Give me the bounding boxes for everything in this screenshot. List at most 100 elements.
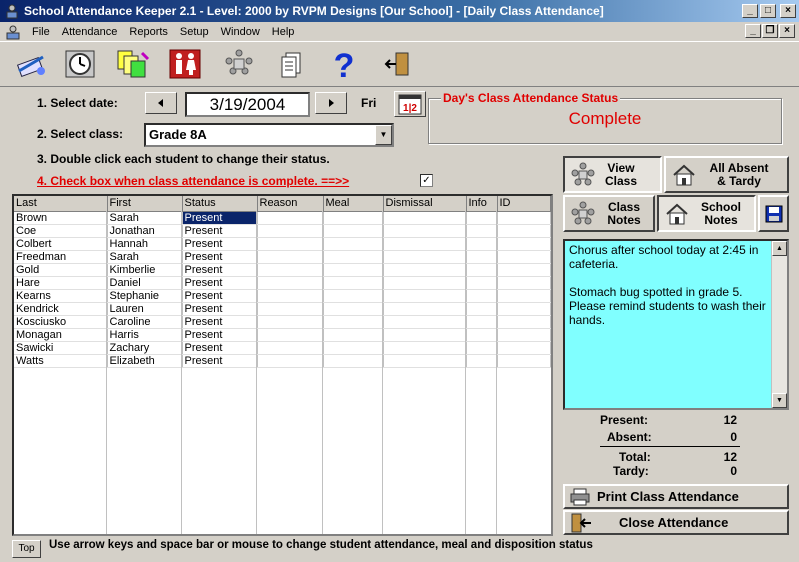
cell-dismissal[interactable] — [383, 302, 467, 316]
cell-reason[interactable] — [257, 276, 324, 290]
cell-info[interactable] — [466, 250, 498, 264]
cell-status[interactable]: Present — [182, 315, 258, 329]
column-header-status[interactable]: Status — [182, 196, 258, 212]
cell-id[interactable] — [497, 289, 551, 303]
view-class-button[interactable]: View Class — [563, 156, 662, 193]
cell-reason[interactable] — [257, 302, 324, 316]
cell-meal[interactable] — [323, 354, 384, 368]
cell-status[interactable]: Present — [182, 302, 258, 316]
restroom-icon[interactable] — [165, 45, 205, 83]
cell-info[interactable] — [466, 263, 498, 277]
cell-meal[interactable] — [323, 289, 384, 303]
cell-reason[interactable] — [257, 250, 324, 264]
cell-meal[interactable] — [323, 211, 384, 225]
cell-info[interactable] — [466, 237, 498, 251]
cell-reason[interactable] — [257, 341, 324, 355]
cell-last[interactable]: Kosciusko — [14, 315, 108, 329]
cell-id[interactable] — [497, 237, 551, 251]
cell-id[interactable] — [497, 250, 551, 264]
table-row[interactable]: Kearns Stephanie Present — [14, 289, 551, 303]
cell-meal[interactable] — [323, 224, 384, 238]
scroll-down-icon[interactable]: ▼ — [772, 393, 787, 408]
menu-file[interactable]: File — [26, 26, 56, 38]
cell-dismissal[interactable] — [383, 341, 467, 355]
cell-reason[interactable] — [257, 211, 324, 225]
calendar-button[interactable]: 1|2 — [394, 91, 426, 117]
cell-info[interactable] — [466, 341, 498, 355]
class-notes-button[interactable]: Class Notes — [563, 195, 655, 232]
menu-help[interactable]: Help — [266, 26, 301, 38]
cell-id[interactable] — [497, 263, 551, 277]
cell-id[interactable] — [497, 341, 551, 355]
table-row[interactable]: Gold Kimberlie Present — [14, 263, 551, 277]
cell-status[interactable]: Present — [182, 224, 258, 238]
cell-reason[interactable] — [257, 263, 324, 277]
cell-info[interactable] — [466, 302, 498, 316]
cell-info[interactable] — [466, 224, 498, 238]
cell-last[interactable]: Gold — [14, 263, 108, 277]
class-select[interactable]: Grade 8A ▼ — [144, 123, 394, 147]
cell-last[interactable]: Sawicki — [14, 341, 108, 355]
close-button[interactable]: × — [780, 4, 796, 18]
cell-dismissal[interactable] — [383, 211, 467, 225]
all-absent-tardy-button[interactable]: All Absent & Tardy — [664, 156, 789, 193]
cell-id[interactable] — [497, 315, 551, 329]
previous-date-button[interactable] — [145, 92, 177, 114]
cell-first[interactable]: Zachary — [107, 341, 183, 355]
cell-first[interactable]: Sarah — [107, 250, 183, 264]
save-notes-button[interactable] — [758, 195, 789, 232]
cell-info[interactable] — [466, 276, 498, 290]
cell-dismissal[interactable] — [383, 276, 467, 290]
cell-meal[interactable] — [323, 328, 384, 342]
cell-last[interactable]: Kendrick — [14, 302, 108, 316]
cell-meal[interactable] — [323, 237, 384, 251]
cell-info[interactable] — [466, 289, 498, 303]
cell-status[interactable]: Present — [182, 276, 258, 290]
cell-meal[interactable] — [323, 263, 384, 277]
reports-icon[interactable] — [112, 45, 152, 83]
clock-icon[interactable] — [60, 45, 100, 83]
student-attendance-grid[interactable]: Last First Status Reason Meal Dismissal Info ID… — [12, 194, 553, 536]
table-row[interactable]: Brown Sarah Present — [14, 211, 551, 225]
cell-info[interactable] — [466, 328, 498, 342]
cell-dismissal[interactable] — [383, 354, 467, 368]
cell-first[interactable]: Harris — [107, 328, 183, 342]
cell-first[interactable]: Elizabeth — [107, 354, 183, 368]
table-row[interactable]: Freedman Sarah Present — [14, 250, 551, 264]
menu-reports[interactable]: Reports — [123, 26, 174, 38]
cell-last[interactable]: Monagan — [14, 328, 108, 342]
cell-info[interactable] — [466, 354, 498, 368]
table-row[interactable]: Monagan Harris Present — [14, 328, 551, 342]
table-row[interactable]: Sawicki Zachary Present — [14, 341, 551, 355]
table-row[interactable]: Hare Daniel Present — [14, 276, 551, 290]
cell-reason[interactable] — [257, 289, 324, 303]
cell-dismissal[interactable] — [383, 289, 467, 303]
cell-id[interactable] — [497, 211, 551, 225]
cell-reason[interactable] — [257, 315, 324, 329]
child-close-button[interactable]: × — [779, 24, 795, 38]
cell-info[interactable] — [466, 211, 498, 225]
column-header-meal[interactable]: Meal — [323, 196, 384, 212]
cell-reason[interactable] — [257, 354, 324, 368]
cell-last[interactable]: Freedman — [14, 250, 108, 264]
cell-last[interactable]: Hare — [14, 276, 108, 290]
cell-last[interactable]: Kearns — [14, 289, 108, 303]
cell-meal[interactable] — [323, 315, 384, 329]
cell-first[interactable]: Sarah — [107, 211, 183, 225]
cell-dismissal[interactable] — [383, 263, 467, 277]
cell-status[interactable]: Present — [182, 237, 258, 251]
cell-status[interactable]: Present — [182, 289, 258, 303]
menu-attendance[interactable]: Attendance — [56, 26, 124, 38]
cell-last[interactable]: Coe — [14, 224, 108, 238]
students-icon[interactable] — [219, 45, 259, 83]
cell-id[interactable] — [497, 328, 551, 342]
cell-id[interactable] — [497, 224, 551, 238]
cell-info[interactable] — [466, 315, 498, 329]
table-row[interactable]: Watts Elizabeth Present — [14, 354, 551, 368]
column-header-first[interactable]: First — [107, 196, 183, 212]
cell-last[interactable]: Brown — [14, 211, 108, 225]
table-row[interactable]: Kosciusko Caroline Present — [14, 315, 551, 329]
cell-reason[interactable] — [257, 328, 324, 342]
attendance-complete-checkbox[interactable]: ✓ — [420, 174, 433, 187]
column-header-info[interactable]: Info — [466, 196, 498, 212]
